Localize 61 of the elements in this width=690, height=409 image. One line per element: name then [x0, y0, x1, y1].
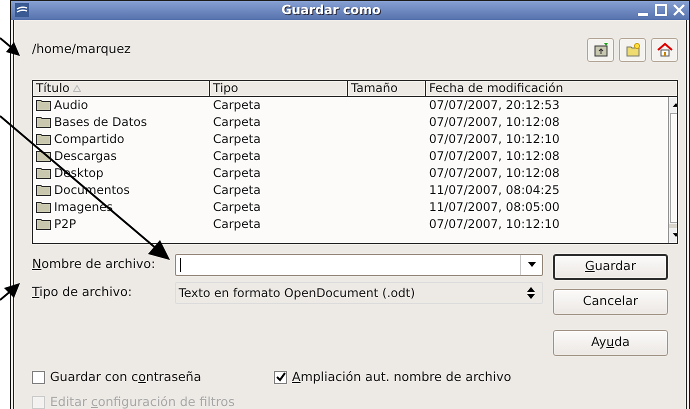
arrow — [0, 283, 20, 301]
table-cell-text: 07/07/2007, 10:12:08 — [428, 115, 560, 130]
table-cell-text: Carpeta — [212, 183, 261, 198]
checkbox-label: Editar configuración de filtros — [50, 392, 235, 409]
table-cell-text: 07/07/2007, 10:12:08 — [428, 166, 560, 180]
home-icon — [656, 42, 672, 58]
table-cell-text: Bases de Datos — [54, 114, 147, 132]
folder-icon — [36, 133, 51, 146]
table-cell-text: 07/07/2007, 20:12:53 — [428, 98, 560, 112]
path-label: /home/marquez — [32, 40, 132, 58]
table-cell-text: Carpeta — [212, 149, 261, 164]
table-cell-text: Carpeta — [212, 132, 261, 146]
new-folder-icon — [624, 42, 640, 58]
table-cell-text: 07/07/2007, 10:12:10 — [428, 217, 560, 232]
table-cell-text: Carpeta — [212, 217, 261, 232]
table-cell-text: 07/07/2007, 10:12:10 — [428, 132, 560, 146]
up-arrow-icon[interactable] — [672, 102, 677, 107]
checkbox[interactable] — [32, 370, 45, 384]
filename-combobox[interactable] — [174, 254, 543, 276]
folder-up-icon — [592, 42, 608, 58]
dialog-button[interactable]: Guardar — [553, 254, 668, 280]
maximize-button[interactable] — [653, 2, 669, 18]
table-cell-text: 11/07/2007, 08:05:00 — [428, 200, 560, 214]
table-cell-text: Compartido — [54, 131, 124, 148]
column-header[interactable]: Tipo — [210, 80, 348, 96]
table-cell-text: Descargas — [54, 148, 117, 166]
table-cell-text: Carpeta — [212, 166, 261, 180]
new-folder-button[interactable] — [619, 38, 646, 62]
table-cell-text: P2P — [54, 216, 76, 234]
folder-icon — [36, 167, 51, 180]
dropdown-arrow-icon — [528, 262, 536, 268]
dialog-button[interactable]: Ayuda — [553, 330, 668, 356]
spin-arrows-icon — [527, 286, 535, 299]
close-button[interactable] — [671, 2, 687, 18]
down-arrow-icon[interactable] — [672, 232, 677, 237]
checkbox-label: Ampliación aut. nombre de archivo — [292, 368, 512, 386]
field-label: Nombre de archivo: — [32, 255, 156, 274]
column-header[interactable]: Título — [33, 80, 210, 96]
window-title: Guardar como — [280, 1, 382, 19]
folder-icon — [36, 218, 51, 230]
dialog-button[interactable]: Cancelar — [553, 288, 668, 315]
table-cell-text: 11/07/2007, 08:04:25 — [428, 183, 560, 198]
table-cell-text: Audio — [54, 97, 88, 114]
column-header[interactable]: Tamaño — [348, 80, 426, 96]
table-cell-text: Carpeta — [212, 115, 261, 130]
field-label: Tipo de archivo: — [32, 283, 133, 302]
app-icon — [15, 3, 29, 18]
home-button[interactable] — [651, 38, 678, 62]
folder-icon — [36, 201, 51, 214]
table-cell-text: Carpeta — [212, 98, 261, 112]
checkbox-label: Guardar con contraseña — [50, 368, 202, 386]
checkbox[interactable] — [274, 370, 287, 384]
table-cell-text: 07/07/2007, 10:12:08 — [428, 149, 560, 164]
folder-icon — [36, 116, 51, 128]
column-header[interactable]: Fecha de modificación — [426, 80, 677, 96]
folder-icon — [36, 99, 51, 112]
table-cell-text: Carpeta — [212, 200, 261, 214]
filetype-select[interactable]: Texto en formato OpenDocument (.odt) — [174, 282, 543, 304]
folder-icon — [36, 184, 51, 196]
folder-up-button[interactable] — [587, 38, 614, 62]
arrow — [0, 37, 20, 56]
